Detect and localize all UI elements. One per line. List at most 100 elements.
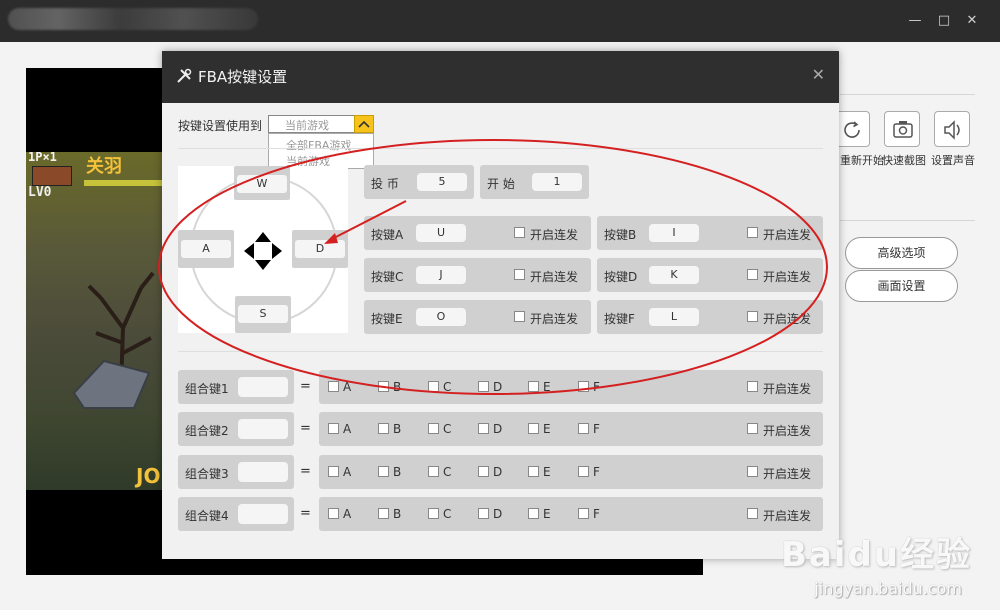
autofire-checkbox[interactable] <box>747 311 758 322</box>
dpad-up-key[interactable]: W <box>237 175 287 193</box>
combo-option-checkbox[interactable] <box>328 381 339 392</box>
dpad-down-key[interactable]: S <box>238 305 288 323</box>
dialog-close-icon[interactable]: ✕ <box>812 67 825 83</box>
combo-option-checkbox[interactable] <box>528 508 539 519</box>
button-c-panel: 按键C J 开启连发 <box>364 258 591 292</box>
combo-option-label: F <box>593 465 600 479</box>
autofire-checkbox[interactable] <box>747 423 758 434</box>
combo-option-checkbox[interactable] <box>378 423 389 434</box>
dropdown-option[interactable]: 全部FBA游戏 <box>286 137 351 153</box>
button-key-field[interactable]: O <box>416 308 466 326</box>
hud-character-name: 关羽 <box>86 156 122 177</box>
combo-option-checkbox[interactable] <box>328 423 339 434</box>
combo-option-label: A <box>343 507 352 521</box>
chevron-up-icon[interactable] <box>354 115 374 133</box>
combo-option-checkbox[interactable] <box>528 423 539 434</box>
combo-option-label: E <box>543 422 551 436</box>
combo-option-checkbox[interactable] <box>528 381 539 392</box>
screenshot-button[interactable] <box>884 111 920 147</box>
autofire-label: 开启连发 <box>530 228 579 242</box>
combo-label: 组合键4 <box>185 509 229 523</box>
combo-option-checkbox[interactable] <box>328 466 339 477</box>
combo-option-checkbox[interactable] <box>428 508 439 519</box>
combo-option-checkbox[interactable] <box>478 508 489 519</box>
combo-option-label: E <box>543 380 551 394</box>
combo-key-field[interactable] <box>238 462 288 482</box>
combo-option-checkbox[interactable] <box>428 466 439 477</box>
coin-label: 投 币 <box>371 177 399 191</box>
equals-sign: = <box>300 379 311 394</box>
combo-key-field[interactable] <box>238 377 288 397</box>
button-label: 按键B <box>604 228 637 242</box>
dpad-right-key[interactable]: D <box>295 240 345 258</box>
autofire-checkbox[interactable] <box>514 227 525 238</box>
combo-option-label: B <box>393 507 402 521</box>
combo-key-field[interactable] <box>238 419 288 439</box>
combo-option-label: A <box>343 465 352 479</box>
combo-option-checkbox[interactable] <box>328 508 339 519</box>
button-key-field[interactable]: I <box>649 224 699 242</box>
start-key-field[interactable]: 1 <box>532 173 582 191</box>
button-f-panel: 按键F L 开启连发 <box>597 300 823 334</box>
autofire-label: 开启连发 <box>763 509 812 523</box>
autofire-checkbox[interactable] <box>747 227 758 238</box>
autofire-checkbox[interactable] <box>747 466 758 477</box>
autofire-label: 开启连发 <box>763 382 812 396</box>
display-settings-button[interactable]: 画面设置 <box>845 270 958 302</box>
app-titlebar: — □ ✕ <box>0 0 1000 42</box>
combo-option-checkbox[interactable] <box>378 381 389 392</box>
dialog-header: FBA按键设置 ✕ <box>162 51 839 103</box>
coin-panel: 投 币 5 <box>364 165 474 199</box>
combo-option-checkbox[interactable] <box>428 381 439 392</box>
combo-option-checkbox[interactable] <box>428 423 439 434</box>
combo-label: 组合键1 <box>185 382 229 396</box>
combo-option-checkbox[interactable] <box>528 466 539 477</box>
coin-key-field[interactable]: 5 <box>417 173 467 191</box>
combo-key-panel: 组合键2 <box>178 412 294 446</box>
restart-icon <box>844 121 860 138</box>
combo-option-checkbox[interactable] <box>578 381 589 392</box>
combo-option-checkbox[interactable] <box>478 466 489 477</box>
combo-option-checkbox[interactable] <box>378 508 389 519</box>
advanced-options-button[interactable]: 高级选项 <box>845 237 958 269</box>
button-key-field[interactable]: J <box>416 266 466 284</box>
combo-option-checkbox[interactable] <box>478 381 489 392</box>
key-box: W <box>234 166 290 200</box>
direction-arrows-icon <box>244 232 282 270</box>
autofire-checkbox[interactable] <box>514 311 525 322</box>
autofire-checkbox[interactable] <box>747 269 758 280</box>
autofire-checkbox[interactable] <box>747 508 758 519</box>
combo-option-checkbox[interactable] <box>578 423 589 434</box>
autofire-label: 开启连发 <box>763 270 812 284</box>
autofire-checkbox[interactable] <box>747 381 758 392</box>
combo-option-checkbox[interactable] <box>578 466 589 477</box>
combo-option-label: B <box>393 422 402 436</box>
dpad-panel: W A D S <box>178 166 348 333</box>
combo-option-checkbox[interactable] <box>578 508 589 519</box>
sound-button[interactable] <box>934 111 970 147</box>
apply-to-select[interactable]: 当前游戏 <box>268 115 374 133</box>
combo-option-checkbox[interactable] <box>378 466 389 477</box>
combo-option-label: F <box>593 380 600 394</box>
key-box: A <box>178 230 234 268</box>
key-settings-dialog: FBA按键设置 ✕ 按键设置使用到 当前游戏 全部FBA游戏 当前游戏 W A … <box>162 51 839 559</box>
button-a-panel: 按键A U 开启连发 <box>364 216 591 250</box>
apply-to-dropdown: 全部FBA游戏 当前游戏 <box>268 133 374 169</box>
baidu-watermark: Baidu经验 <box>780 535 972 575</box>
combo-key-field[interactable] <box>238 504 288 524</box>
button-key-field[interactable]: U <box>416 224 466 242</box>
button-key-field[interactable]: L <box>649 308 699 326</box>
button-key-field[interactable]: K <box>649 266 699 284</box>
dpad-left-key[interactable]: A <box>181 240 231 258</box>
autofire-checkbox[interactable] <box>514 269 525 280</box>
close-icon[interactable]: ✕ <box>963 12 981 30</box>
minimize-icon[interactable]: — <box>906 12 924 30</box>
combo-option-checkbox[interactable] <box>478 423 489 434</box>
sound-label: 设置声音 <box>931 154 975 167</box>
combo-option-label: C <box>443 465 452 479</box>
button-label: 按键F <box>604 312 635 326</box>
maximize-icon[interactable]: □ <box>935 12 953 30</box>
autofire-label: 开启连发 <box>530 270 579 284</box>
combo-key-panel: 组合键1 <box>178 370 294 404</box>
restart-button[interactable] <box>834 111 870 147</box>
